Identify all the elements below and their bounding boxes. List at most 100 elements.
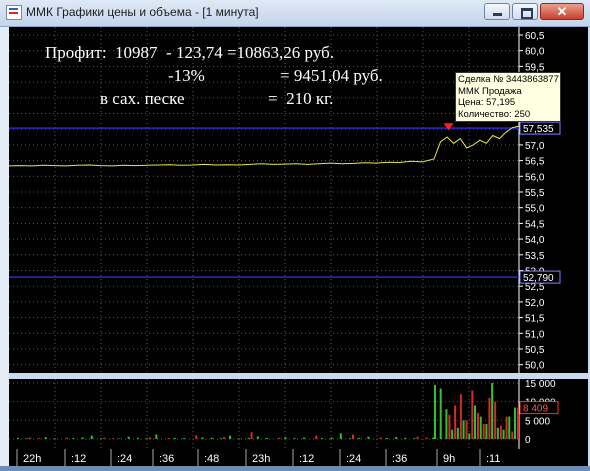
profit-line: Профит: 10987 - 123,74 =10863,26 руб.: [45, 43, 334, 62]
volume-bar-sell: [222, 437, 225, 439]
volume-chart-svg: 15 00010 0005 00008 409: [9, 379, 559, 449]
volume-bar-buy: [100, 438, 102, 439]
volume-bar-buy: [229, 435, 232, 439]
volume-bar-buy: [434, 384, 436, 439]
volume-bar-sell: [38, 438, 41, 439]
volume-chart[interactable]: 15 00010 0005 00008 409: [9, 379, 588, 449]
close-icon: ✕: [556, 4, 568, 19]
price-tick-label: 50,0: [525, 361, 545, 372]
volume-bar-buy: [256, 436, 259, 439]
sugar-label: в сах. песке: [100, 89, 185, 108]
volume-bar-buy: [44, 437, 47, 439]
time-label: :11: [486, 453, 500, 465]
volume-bar-sell: [488, 397, 491, 439]
volume-bar-buy: [502, 429, 505, 439]
volume-bar-buy: [404, 437, 407, 439]
volume-bar-buy: [284, 437, 287, 439]
volume-bar-buy: [330, 437, 333, 439]
time-label: :36: [392, 453, 407, 465]
volume-bar-buy: [496, 427, 499, 439]
time-label: :12: [71, 453, 86, 465]
price-tick-label: 51,0: [525, 329, 545, 340]
volume-bar-sell: [425, 437, 428, 439]
volume-tick-label: 0: [525, 435, 531, 446]
maximize-icon: [521, 8, 533, 19]
tooltip-price: Цена: 57,195: [458, 97, 516, 108]
volume-bar-sell: [167, 437, 170, 439]
volume-marker: 8 409: [523, 404, 548, 415]
close-button[interactable]: ✕: [540, 3, 584, 20]
volume-bar-sell: [511, 431, 514, 439]
minimize-icon: [493, 13, 502, 16]
volume-bar-buy: [451, 429, 454, 439]
price-tick-label: 56,5: [525, 157, 545, 168]
trade-tooltip: Сделка № 3443863877 ММК Продажа Цена: 57…: [455, 72, 561, 122]
volume-tick-label: 5 000: [525, 416, 550, 427]
price-marker-high: 57,535: [523, 124, 554, 135]
volume-bar-buy: [238, 438, 241, 439]
tooltip-direction: ММК Продажа: [458, 85, 522, 97]
volume-bar-sell: [459, 394, 462, 439]
volume-tick-label: 15 000: [525, 379, 556, 390]
percent-value: -13%: [168, 66, 205, 85]
price-tick-label: 54,5: [525, 219, 545, 230]
price-line: [8, 125, 520, 167]
price-tick-label: 54,0: [525, 235, 545, 246]
volume-bar-buy: [439, 388, 442, 439]
volume-bar-buy: [219, 438, 222, 439]
price-tick-label: 55,5: [525, 188, 545, 199]
volume-bar-buy: [136, 437, 139, 439]
price-tick-label: 55,0: [525, 204, 545, 215]
volume-bar-sell: [499, 425, 502, 439]
volume-bar-buy: [395, 437, 398, 439]
volume-bar-buy: [474, 405, 476, 439]
maximize-button[interactable]: [512, 3, 538, 20]
volume-bar-buy: [127, 436, 130, 439]
title-bar[interactable]: ММК Графики цены и объема - [1 минута] ✕: [0, 0, 590, 27]
volume-bar-buy: [479, 416, 482, 439]
volume-bar-buy: [266, 438, 268, 439]
time-label: 23h: [252, 453, 270, 465]
volume-bar-buy: [358, 437, 361, 439]
time-label: :24: [117, 453, 132, 465]
volume-bar-buy: [468, 433, 471, 439]
volume-bar-buy: [17, 437, 19, 439]
time-label: 22h: [23, 453, 41, 465]
volume-bar-sell: [250, 432, 253, 439]
volume-bar-buy: [514, 407, 516, 439]
volume-bar-buy: [445, 409, 448, 439]
volume-bar-sell: [448, 414, 451, 439]
tooltip-trade-number: Сделка № 3443863877: [458, 74, 559, 85]
volume-bar-buy: [456, 427, 459, 439]
time-label: 9h: [443, 453, 455, 465]
time-label: :48: [204, 453, 219, 465]
price-tick-label: 60,5: [525, 31, 545, 42]
percent-rub-value: = 9451,04 руб.: [280, 66, 383, 85]
volume-bar-sell: [471, 390, 474, 439]
volume-bar-buy: [53, 438, 56, 439]
sugar-value: = 210 кг.: [268, 89, 334, 108]
volume-bar-buy: [81, 437, 84, 439]
price-tick-label: 53,5: [525, 251, 545, 262]
time-label: :12: [299, 453, 314, 465]
volume-bar-buy: [339, 433, 342, 439]
volume-bar-buy: [146, 438, 149, 439]
volume-bar-buy: [247, 437, 250, 439]
volume-bar-buy: [349, 438, 351, 439]
price-tick-label: 57,0: [525, 141, 545, 152]
volume-bar-sell: [379, 437, 382, 439]
volume-bar-sell: [278, 437, 281, 439]
volume-bar-buy: [118, 438, 121, 439]
time-label: :24: [346, 453, 361, 465]
minimize-button[interactable]: [484, 3, 510, 20]
volume-bar-buy: [72, 438, 75, 439]
volume-bar-sell: [494, 401, 497, 439]
price-tick-label: 50,5: [525, 345, 545, 356]
volume-bar-buy: [183, 438, 185, 439]
volume-bar-buy: [485, 424, 488, 439]
time-label: :36: [159, 453, 174, 465]
volume-bar-buy: [155, 434, 158, 439]
price-tick-label: 52,0: [525, 298, 545, 309]
app-chart-icon: [6, 5, 22, 20]
volume-bar-sell: [149, 437, 152, 439]
